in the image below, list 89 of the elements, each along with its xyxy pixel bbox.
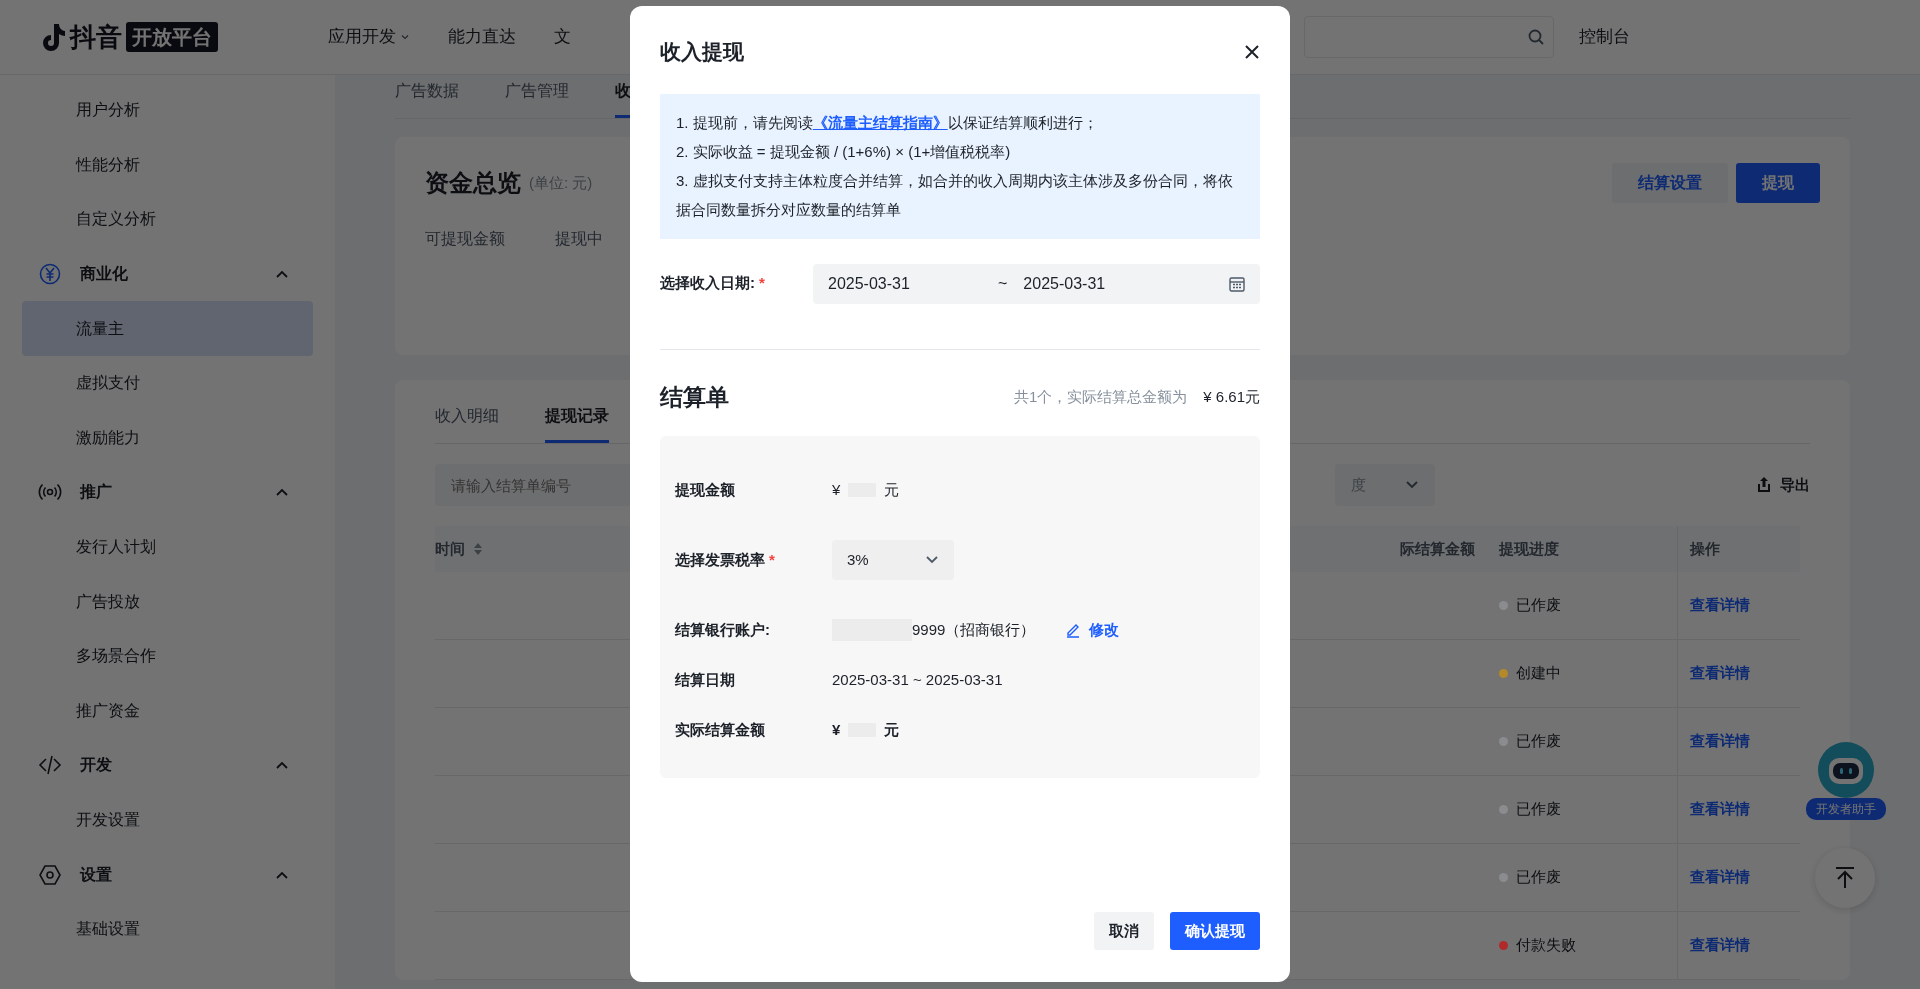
sidebar-group[interactable]: 商业化 <box>22 246 313 302</box>
tab[interactable]: 广告数据 <box>395 75 459 118</box>
group-icon <box>38 862 62 887</box>
withdraw-button[interactable]: 提现 <box>1736 163 1820 203</box>
close-button[interactable] <box>1244 43 1260 60</box>
search-field[interactable] <box>1304 16 1554 58</box>
column-header: 提现进度 <box>1499 538 1559 559</box>
required-mark: * <box>769 550 775 568</box>
modal-title: 收入提现 <box>660 39 744 65</box>
sidebar-item[interactable]: 多场景合作 <box>22 628 313 684</box>
tab[interactable]: 广告管理 <box>505 75 569 118</box>
calendar-icon <box>1229 275 1245 292</box>
column-header: 操作 <box>1690 538 1720 559</box>
assistant-label[interactable]: 开发者助手 <box>1806 798 1886 820</box>
note-icon <box>40 22 66 52</box>
required-mark: * <box>759 274 765 292</box>
sidebar-item[interactable]: 发行人计划 <box>22 519 313 575</box>
sidebar-item[interactable]: 广告投放 <box>22 574 313 629</box>
field-label: 结算银行账户: <box>675 620 770 638</box>
confirm-button[interactable]: 确认提现 <box>1170 912 1260 950</box>
details-link[interactable]: 查看详情 <box>1690 662 1750 685</box>
pencil-icon <box>1065 622 1082 638</box>
note-text: 2. 实际收益 = 提现金额 / (1+6%) × (1+增值税税率) <box>676 141 1012 162</box>
sort-icon <box>473 542 483 556</box>
field-label: 结算日期 <box>675 670 735 688</box>
field-value: 2025-03-31 ~ 2025-03-31 <box>832 669 1003 690</box>
amount-unit: 元 <box>884 719 900 740</box>
export-link[interactable]: 导出 <box>1756 473 1810 497</box>
tab[interactable]: 提现记录 <box>545 400 609 443</box>
column-header: 时间 <box>435 538 465 559</box>
sidebar-item[interactable]: 流量主 <box>22 301 313 356</box>
section-title: 资金总览 <box>425 168 521 198</box>
cancel-button[interactable]: 取消 <box>1094 912 1154 950</box>
tab[interactable]: 收入明细 <box>435 400 499 443</box>
close-icon <box>1244 43 1260 60</box>
caret-icon <box>400 32 410 42</box>
metric-label: 提现中 <box>555 229 603 249</box>
status-text: 付款失败 <box>1516 935 1576 956</box>
sidebar-item[interactable]: 性能分析 <box>22 137 313 193</box>
column-header: 际结算金额 <box>1400 538 1475 559</box>
details-link[interactable]: 查看详情 <box>1690 594 1750 617</box>
console-link[interactable]: 控制台 <box>1579 24 1630 50</box>
logo-text: 抖音 <box>70 20 122 54</box>
logo-badge: 开放平台 <box>126 22 218 52</box>
sidebar-item[interactable]: 推广资金 <box>22 683 313 739</box>
sidebar-item[interactable]: 虚拟支付 <box>22 355 313 411</box>
status-text: 已作废 <box>1516 595 1561 616</box>
note-text: 3. 虚拟支付支持主体粒度合并结算，如合并的收入周期内该主体涉及多份合同，将依据合同数量拆分对应数量的结算单 <box>676 171 1234 221</box>
field-label: 选择收入日期: <box>660 274 755 292</box>
total-amount: ¥ 6.61元 <box>1203 386 1260 407</box>
settings-button[interactable]: 结算设置 <box>1612 163 1728 203</box>
amount-unit: 元 <box>884 479 900 500</box>
section-title: 结算单 <box>660 382 729 412</box>
guide-link[interactable]: 《流量主结算指南》 <box>812 113 948 131</box>
upload-icon <box>1756 476 1772 494</box>
field-label: 提现金额 <box>675 480 735 498</box>
status-text: 创建中 <box>1516 663 1561 684</box>
field-label: 选择发票税率 <box>675 550 765 568</box>
date-range-field[interactable]: 2025-03-31 ~ 2025-03-31 <box>813 263 1260 304</box>
account-text: 9999（招商银行） <box>912 619 1036 640</box>
details-link[interactable]: 查看详情 <box>1690 934 1750 957</box>
metric-label: 可提现金额 <box>425 229 505 249</box>
note-text: 1. 提现前，请先阅读《流量主结算指南》以保证结算顺利进行； <box>676 112 1099 133</box>
search-icon <box>1527 28 1545 46</box>
nav-link[interactable]: 能力直达 <box>448 24 516 50</box>
sidebar-group[interactable]: 推广 <box>22 465 313 520</box>
sidebar-group[interactable]: 设置 <box>22 847 313 902</box>
field-label: 实际结算金额 <box>675 720 765 738</box>
sidebar-item[interactable]: 用户分析 <box>22 83 313 138</box>
sidebar-group[interactable]: 开发 <box>22 738 313 793</box>
currency-symbol: ¥ <box>832 479 841 500</box>
status-text: 已作废 <box>1516 867 1561 888</box>
tax-rate-select[interactable]: 3% <box>832 540 954 580</box>
details-link[interactable]: 查看详情 <box>1690 798 1750 821</box>
sidebar-item[interactable]: 激励能力 <box>22 410 313 466</box>
sidebar-item[interactable]: 开发设置 <box>22 792 313 848</box>
group-icon <box>38 262 62 287</box>
sidebar-item[interactable]: 基础设置 <box>22 901 313 957</box>
currency-symbol: ¥ <box>832 719 841 740</box>
nav-link[interactable]: 应用开发 <box>328 24 410 50</box>
arrow-up-icon <box>1834 866 1856 890</box>
details-link[interactable]: 查看详情 <box>1690 866 1750 889</box>
status-text: 已作废 <box>1516 799 1561 820</box>
nav-link[interactable]: 文 <box>554 24 571 50</box>
status-text: 已作废 <box>1516 731 1561 752</box>
edit-link[interactable]: 修改 <box>1065 618 1120 642</box>
details-link[interactable]: 查看详情 <box>1690 730 1750 753</box>
sidebar-item[interactable]: 自定义分析 <box>22 192 313 247</box>
summary-text: 共1个，实际结算总金额为 <box>1013 386 1188 407</box>
